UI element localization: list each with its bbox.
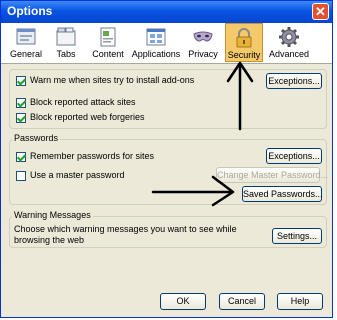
applications-icon <box>146 28 166 46</box>
warnings-settings-button[interactable]: Settings... <box>272 228 322 244</box>
block-forgeries-label: Block reported web forgeries <box>30 112 145 122</box>
tab-advanced[interactable]: Advanced <box>267 23 311 62</box>
block-forgeries-checkbox[interactable] <box>16 113 26 123</box>
warnings-description: Choose which warning messages you want t… <box>14 224 237 245</box>
privacy-mask-icon <box>193 31 213 42</box>
master-password-checkbox[interactable] <box>16 171 26 181</box>
master-password-label: Use a master password <box>30 170 125 180</box>
addons-exceptions-button[interactable]: Exceptions... <box>266 73 322 89</box>
title-bar[interactable]: Options ✕ <box>1 1 332 23</box>
block-attack-checkbox[interactable] <box>16 98 26 108</box>
warn-addons-label: Warn me when sites try to install add-on… <box>30 75 195 85</box>
warn-addons-checkbox[interactable] <box>16 76 26 86</box>
tab-tabs[interactable]: Tabs <box>49 23 83 62</box>
tab-general[interactable]: General <box>7 23 45 62</box>
block-attack-label: Block reported attack sites <box>30 97 136 107</box>
help-button[interactable]: Help <box>277 293 323 310</box>
gear-icon <box>279 27 299 47</box>
warnings-legend: Warning Messages <box>12 210 93 220</box>
tab-security[interactable]: Security <box>225 23 263 62</box>
passwords-legend: Passwords <box>12 133 61 143</box>
cancel-button[interactable]: Cancel <box>219 293 265 310</box>
warnings-group: Warning Messages Choose which warning me… <box>9 210 327 248</box>
tabs-icon <box>56 27 76 46</box>
tab-applications[interactable]: Applications <box>131 23 181 62</box>
tab-content[interactable]: Content <box>89 23 127 62</box>
saved-passwords-button[interactable]: Saved Passwords... <box>242 186 323 202</box>
options-dialog: Options ✕ General Tabs Content Applicati… <box>0 0 333 318</box>
remember-passwords-label: Remember passwords for sites <box>30 151 155 161</box>
ok-button[interactable]: OK <box>160 293 206 310</box>
addons-group: Warn me when sites try to install add-on… <box>9 69 327 129</box>
content-icon <box>100 27 116 47</box>
remember-passwords-checkbox[interactable] <box>16 152 26 162</box>
annotation-right-arrow <box>151 175 235 207</box>
tab-privacy[interactable]: Privacy <box>185 23 221 62</box>
padlock-icon <box>236 28 252 48</box>
general-icon <box>16 28 36 45</box>
annotation-up-arrow <box>226 61 254 131</box>
options-toolbar: General Tabs Content Applications Privac… <box>1 23 332 64</box>
passwords-exceptions-button[interactable]: Exceptions... <box>266 148 322 164</box>
close-button[interactable]: ✕ <box>312 3 329 20</box>
window-title: Options <box>7 4 53 18</box>
